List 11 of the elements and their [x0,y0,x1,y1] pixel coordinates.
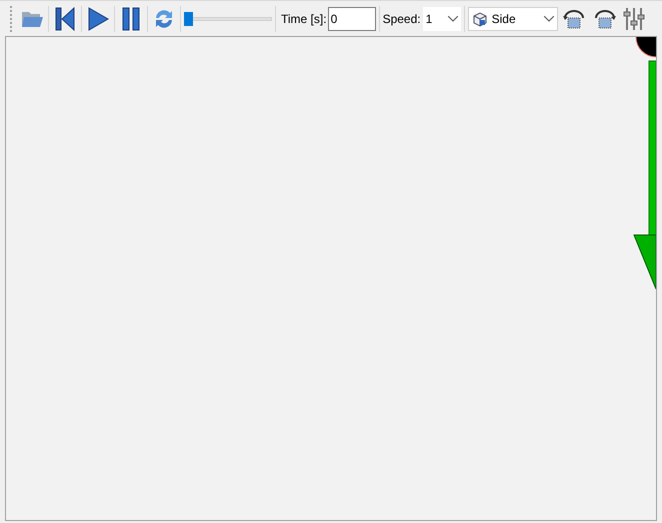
chevron-down-icon [448,16,458,22]
settings-sliders-icon[interactable] [620,6,647,32]
slider-thumb[interactable] [184,12,193,26]
cube-icon [472,10,488,26]
speed-dropdown[interactable]: 1 [422,6,461,30]
speed-label: Speed: [382,10,421,28]
playback-slider[interactable] [184,12,272,26]
view-dropdown[interactable]: Side [468,6,558,30]
time-label: Time [s]: [281,10,327,28]
chevron-down-icon [544,16,554,22]
time-field[interactable]: 0 [328,6,376,30]
